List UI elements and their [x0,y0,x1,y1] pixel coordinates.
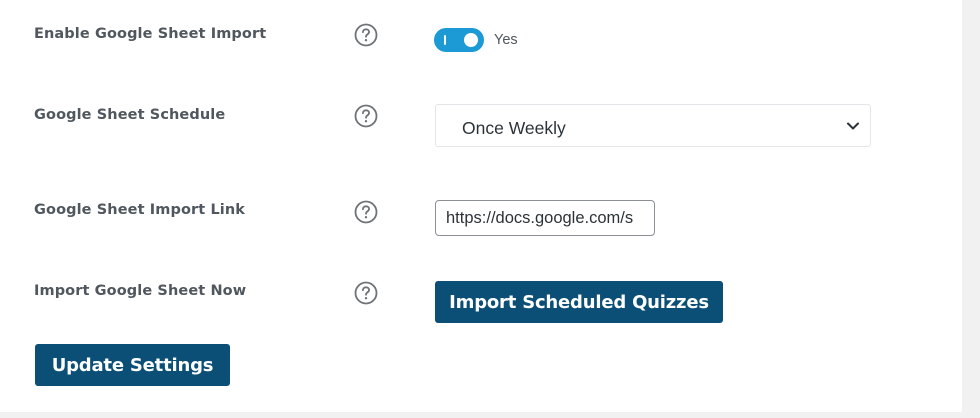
enable-import-label: Enable Google Sheet Import [34,26,267,42]
question-circle-icon[interactable] [354,200,378,224]
enable-import-toggle[interactable] [434,28,484,52]
import-scheduled-quizzes-button[interactable]: Import Scheduled Quizzes [435,281,723,323]
import-link-input[interactable] [435,200,655,236]
toggle-state-text: Yes [494,32,518,48]
update-settings-button[interactable]: Update Settings [35,344,230,386]
chevron-down-icon [846,119,860,133]
toggle-on-indicator [444,35,446,45]
toggle-knob [464,33,478,47]
question-circle-icon[interactable] [354,104,378,128]
schedule-label: Google Sheet Schedule [34,107,226,123]
import-now-label: Import Google Sheet Now [34,283,247,299]
import-link-label: Google Sheet Import Link [34,202,246,218]
question-circle-icon[interactable] [354,281,378,305]
question-circle-icon[interactable] [354,23,378,47]
settings-panel: Enable Google Sheet Import Yes Google Sh… [0,0,962,412]
schedule-select[interactable]: Once Weekly [435,104,871,147]
schedule-selected-value: Once Weekly [462,118,566,138]
